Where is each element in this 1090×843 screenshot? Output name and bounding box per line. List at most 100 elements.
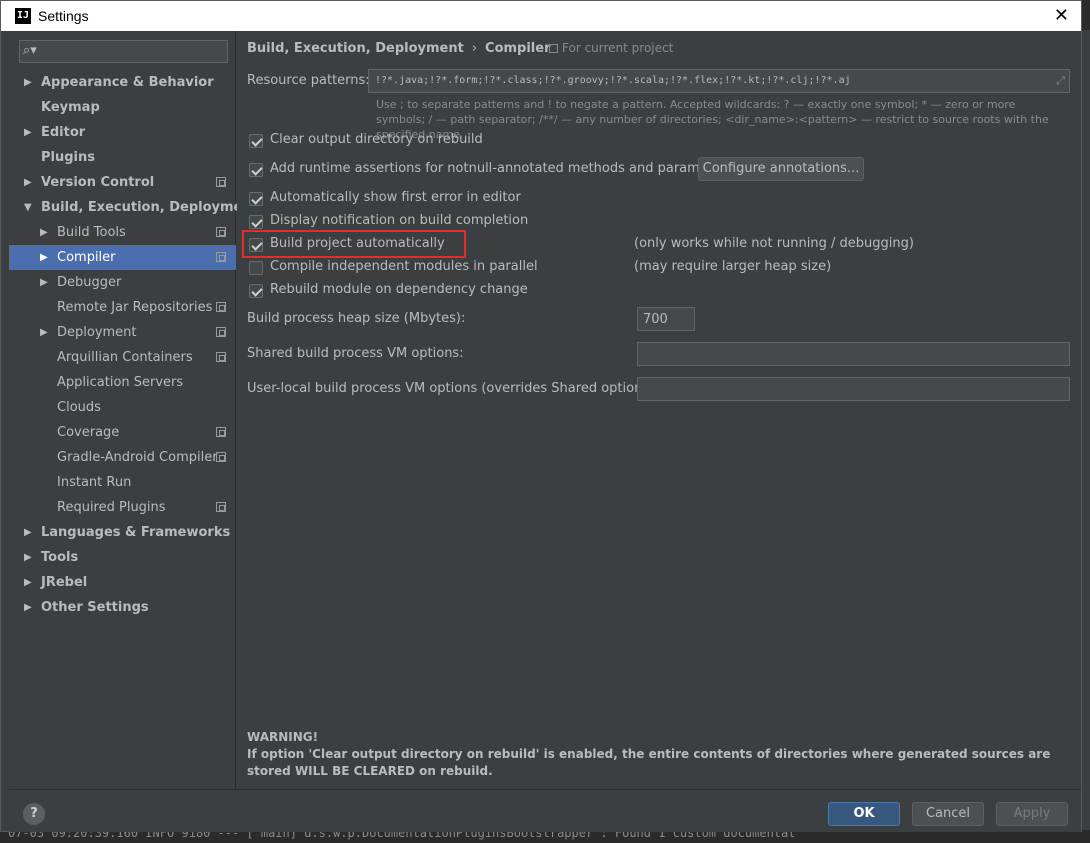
chevron-right-icon[interactable]: ▶ [40, 245, 48, 270]
build-automatically-note: (only works while not running / debuggin… [634, 236, 914, 251]
sidebar-item-compiler[interactable]: ▶ Compiler [9, 245, 236, 270]
show-first-error-checkbox[interactable] [249, 192, 263, 206]
chevron-right-icon[interactable]: ▶ [40, 320, 48, 345]
window-title: Settings [38, 8, 89, 24]
settings-tree: ▶ Appearance & Behavior Keymap ▶ Editor Plugi… [9, 70, 258, 620]
runtime-assertions-checkbox[interactable] [249, 163, 263, 177]
clear-output-checkbox[interactable] [249, 134, 263, 148]
project-scope-icon [216, 327, 226, 337]
project-scope-icon [216, 352, 226, 362]
sidebar-item-tools[interactable]: ▶ Tools [9, 545, 236, 570]
heap-size-label: Build process heap size (Mbytes): [247, 311, 466, 326]
resource-patterns-field[interactable]: !?*.java;!?*.form;!?*.class;!?*.groovy;!… [368, 69, 1070, 93]
breadcrumb: Build, Execution, Deployment › Compiler [247, 41, 551, 56]
dialog-footer: ? OK Cancel Apply [9, 789, 1081, 832]
sidebar-item-label: Keymap [41, 100, 100, 115]
sidebar-item-label: Instant Run [57, 475, 132, 490]
chevron-right-icon[interactable]: ▶ [24, 520, 32, 545]
sidebar-item-other-settings[interactable]: ▶ Other Settings [9, 595, 236, 620]
chevron-right-icon[interactable]: ▶ [24, 120, 32, 145]
sidebar-item-label: Tools [41, 550, 79, 565]
sidebar-item-label: Appearance & Behavior [41, 75, 214, 90]
sidebar-item-label: Build Tools [57, 225, 126, 240]
title-bar: IJ Settings ✕ [1, 1, 1081, 31]
sidebar-item-deployment[interactable]: ▶ Deployment [9, 320, 236, 345]
sidebar-item-required-plugins[interactable]: Required Plugins [9, 495, 236, 520]
sidebar-item-jrebel[interactable]: ▶ JRebel [9, 570, 236, 595]
sidebar-item-build-execution-deployment[interactable]: ▼ Build, Execution, Deployment [9, 195, 258, 220]
sidebar-item-label: Other Settings [41, 600, 149, 615]
sidebar-item-plugins[interactable]: Plugins [9, 145, 236, 170]
sidebar-item-remote-jar-repositories[interactable]: Remote Jar Repositories [9, 295, 236, 320]
sidebar-item-instant-run[interactable]: Instant Run [9, 470, 236, 495]
help-icon[interactable]: ? [23, 803, 45, 825]
cancel-button[interactable]: Cancel [912, 802, 984, 826]
sidebar-item-arquillian-containers[interactable]: Arquillian Containers [9, 345, 236, 370]
settings-search-input[interactable]: ⌕▾ [19, 40, 228, 63]
for-current-project-label: For current project [562, 41, 674, 55]
chevron-right-icon[interactable]: ▶ [40, 220, 48, 245]
configure-annotations-button[interactable]: Configure annotations... [698, 157, 864, 181]
sidebar-item-application-servers[interactable]: Application Servers [9, 370, 236, 395]
settings-dialog: IJ Settings ✕ ⌕▾ ▶ Appearance & Behavior K… [0, 0, 1082, 832]
project-scope-icon [549, 44, 558, 53]
project-scope-icon [216, 177, 226, 187]
chevron-right-icon[interactable]: ▶ [24, 170, 32, 195]
rebuild-on-dependency-label: Rebuild module on dependency change [270, 282, 528, 297]
ok-button[interactable]: OK [828, 802, 900, 826]
display-notification-label: Display notification on build completion [270, 213, 529, 228]
chevron-right-icon[interactable]: ▶ [24, 545, 32, 570]
show-first-error-label: Automatically show first error in editor [270, 190, 521, 205]
sidebar-item-label: Compiler [57, 250, 116, 265]
sidebar-item-languages-frameworks[interactable]: ▶ Languages & Frameworks [9, 520, 236, 545]
compile-parallel-label: Compile independent modules in parallel [270, 259, 538, 274]
project-scope-icon [216, 302, 226, 312]
expand-icon[interactable]: ⤢ [1056, 74, 1065, 88]
apply-button[interactable]: Apply [996, 802, 1068, 826]
resource-patterns-label: Resource patterns: [247, 73, 370, 88]
breadcrumb-separator: › [471, 41, 478, 56]
close-icon[interactable]: ✕ [1054, 5, 1069, 26]
breadcrumb-compiler: Compiler [485, 41, 551, 56]
sidebar-item-gradle-android-compiler[interactable]: Gradle-Android Compiler [9, 445, 236, 470]
search-icon: ⌕▾ [23, 43, 37, 58]
runtime-assertions-label: Add runtime assertions for notnull-annot… [270, 161, 734, 176]
build-automatically-checkbox[interactable] [249, 238, 263, 252]
chevron-right-icon[interactable]: ▶ [24, 70, 32, 95]
project-scope-icon [216, 452, 226, 462]
sidebar-item-build-tools[interactable]: ▶ Build Tools [9, 220, 236, 245]
compile-parallel-note: (may require larger heap size) [634, 259, 832, 274]
sidebar-item-label: Deployment [57, 325, 137, 340]
project-scope-icon [216, 502, 226, 512]
sidebar-item-clouds[interactable]: Clouds [9, 395, 236, 420]
chevron-right-icon[interactable]: ▶ [24, 570, 32, 595]
sidebar-item-coverage[interactable]: Coverage [9, 420, 236, 445]
rebuild-on-dependency-checkbox[interactable] [249, 284, 263, 298]
sidebar-item-label: Plugins [41, 150, 95, 165]
project-scope-icon [216, 427, 226, 437]
sidebar-item-keymap[interactable]: Keymap [9, 95, 236, 120]
warning-message: WARNING! If option 'Clear output directo… [247, 729, 1067, 780]
compile-parallel-checkbox[interactable] [249, 261, 263, 275]
sidebar-item-appearance-behavior[interactable]: ▶ Appearance & Behavior [9, 70, 236, 95]
sidebar-item-editor[interactable]: ▶ Editor [9, 120, 236, 145]
shared-vm-options-field[interactable] [637, 342, 1070, 366]
chevron-right-icon[interactable]: ▶ [24, 595, 32, 620]
resource-patterns-value: !?*.java;!?*.form;!?*.class;!?*.groovy;!… [375, 75, 851, 86]
breadcrumb-build-execution-deployment[interactable]: Build, Execution, Deployment [247, 41, 464, 56]
sidebar-item-debugger[interactable]: ▶ Debugger [9, 270, 236, 295]
chevron-right-icon[interactable]: ▶ [40, 270, 48, 295]
user-vm-options-field[interactable] [637, 377, 1070, 401]
sidebar-item-label: Editor [41, 125, 86, 140]
settings-sidebar: ⌕▾ ▶ Appearance & Behavior Keymap ▶ Editor Pl… [9, 31, 258, 789]
sidebar-item-label: Required Plugins [57, 500, 166, 515]
display-notification-checkbox[interactable] [249, 215, 263, 229]
clear-output-label: Clear output directory on rebuild [270, 132, 483, 147]
intellij-logo-icon: IJ [15, 8, 31, 24]
warning-title: WARNING! [247, 730, 319, 744]
heap-size-field[interactable]: 700 [637, 307, 695, 331]
shared-vm-options-label: Shared build process VM options: [247, 346, 464, 361]
chevron-down-icon[interactable]: ▼ [24, 195, 32, 220]
sidebar-item-version-control[interactable]: ▶ Version Control [9, 170, 236, 195]
sidebar-item-label: Debugger [57, 275, 122, 290]
